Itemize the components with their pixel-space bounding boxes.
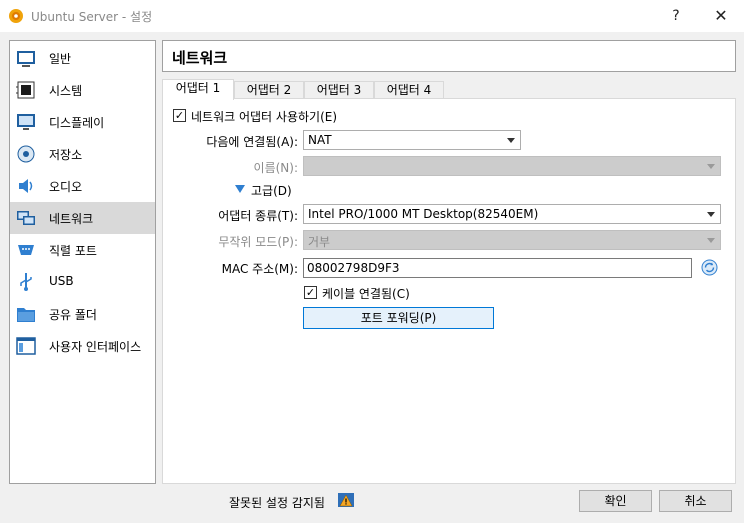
audio-speaker-icon	[19, 179, 33, 193]
sidebar-item-label: 디스플레이	[49, 116, 105, 130]
sidebar-item-network[interactable]: 네트워크	[10, 202, 155, 234]
sidebar-item-label: 시스템	[49, 84, 83, 98]
invalid-settings-status: 잘못된 설정 감지됨	[229, 496, 325, 510]
sidebar-item-display[interactable]: 디스플레이	[10, 106, 155, 138]
mac-address-label: MAC 주소(M):	[221, 262, 298, 276]
sidebar-item-label: 공유 폴더	[49, 308, 97, 322]
mac-address-value: 08002798D9F3	[307, 261, 400, 275]
sidebar-item-label: 사용자 인터페이스	[49, 340, 142, 354]
mac-address-field[interactable]: 08002798D9F3	[303, 258, 692, 278]
general-icon	[17, 51, 35, 67]
cable-connected-label: 케이블 연결됨(C)	[322, 287, 410, 301]
name-combo[interactable]	[303, 156, 721, 176]
tab-adapter-4[interactable]: 어댑터 4	[374, 81, 444, 99]
chevron-down-icon	[507, 138, 515, 143]
settings-sidebar: 일반 시스템 디스플레이 저장소 오디오 네트워크 직렬 포트 USB 공유 폴…	[9, 40, 156, 484]
virtualbox-app-icon	[9, 9, 23, 23]
enable-adapter-label: 네트워크 어댑터 사용하기(E)	[191, 110, 338, 124]
sidebar-item-system[interactable]: 시스템	[10, 74, 155, 106]
sidebar-item-user-interface[interactable]: 사용자 인터페이스	[10, 330, 155, 362]
attached-to-value: NAT	[308, 133, 332, 147]
page-title: 네트워크	[172, 49, 228, 67]
adapter-type-label: 어댑터 종류(T):	[218, 209, 298, 223]
ok-button[interactable]: 확인	[579, 490, 652, 512]
advanced-toggle[interactable]: 고급(D)	[251, 182, 292, 199]
network-icon	[17, 211, 35, 225]
attached-to-combo[interactable]: NAT	[303, 130, 521, 150]
chevron-down-icon	[707, 164, 715, 169]
expand-triangle-icon[interactable]	[235, 185, 245, 194]
chevron-down-icon	[707, 212, 715, 217]
sidebar-item-serial-port[interactable]: 직렬 포트	[10, 234, 155, 266]
refresh-mac-icon[interactable]	[701, 259, 718, 276]
tab-adapter-2[interactable]: 어댑터 2	[234, 81, 304, 99]
display-monitor-icon	[17, 114, 35, 130]
serial-port-icon	[18, 245, 34, 255]
close-button[interactable]: ✕	[704, 0, 738, 32]
attached-to-label: 다음에 연결됨(A):	[206, 135, 298, 149]
tab-adapter-1[interactable]: 어댑터 1	[162, 79, 234, 100]
sidebar-item-label: USB	[49, 274, 74, 288]
cable-connected-checkbox[interactable]: ✓	[304, 286, 317, 299]
cancel-button[interactable]: 취소	[659, 490, 732, 512]
name-label: 이름(N):	[253, 161, 298, 175]
window-title: Ubuntu Server - 설정	[31, 10, 153, 24]
chevron-down-icon	[707, 238, 715, 243]
title-bar: Ubuntu Server - 설정 ? ✕	[0, 0, 744, 32]
tab-adapter-3[interactable]: 어댑터 3	[304, 81, 374, 99]
storage-disk-icon	[17, 145, 35, 163]
enable-adapter-checkbox[interactable]: ✓	[173, 109, 186, 122]
shared-folder-icon	[17, 308, 35, 322]
adapter-type-combo[interactable]: Intel PRO/1000 MT Desktop(82540EM)	[303, 204, 721, 224]
promiscuous-mode-label: 무작위 모드(P):	[218, 235, 298, 249]
sidebar-item-label: 일반	[49, 52, 72, 66]
page-header: 네트워크	[162, 40, 736, 72]
sidebar-item-label: 저장소	[49, 148, 83, 162]
user-interface-icon	[16, 337, 36, 355]
sidebar-item-storage[interactable]: 저장소	[10, 138, 155, 170]
sidebar-item-usb[interactable]: USB	[10, 266, 155, 298]
usb-icon	[20, 273, 32, 291]
warning-icon[interactable]	[338, 492, 354, 508]
promiscuous-mode-combo[interactable]: 거부	[303, 230, 721, 250]
sidebar-item-general[interactable]: 일반	[10, 42, 155, 74]
sidebar-item-label: 네트워크	[49, 212, 94, 226]
port-forwarding-button[interactable]: 포트 포워딩(P)	[303, 307, 494, 329]
help-button[interactable]: ?	[660, 0, 692, 32]
sidebar-item-audio[interactable]: 오디오	[10, 170, 155, 202]
promiscuous-mode-value: 거부	[308, 235, 331, 249]
sidebar-item-shared-folders[interactable]: 공유 폴더	[10, 298, 155, 330]
sidebar-item-label: 직렬 포트	[49, 244, 97, 258]
system-chip-icon	[16, 81, 35, 99]
adapter-type-value: Intel PRO/1000 MT Desktop(82540EM)	[308, 207, 539, 221]
sidebar-item-label: 오디오	[49, 180, 83, 194]
